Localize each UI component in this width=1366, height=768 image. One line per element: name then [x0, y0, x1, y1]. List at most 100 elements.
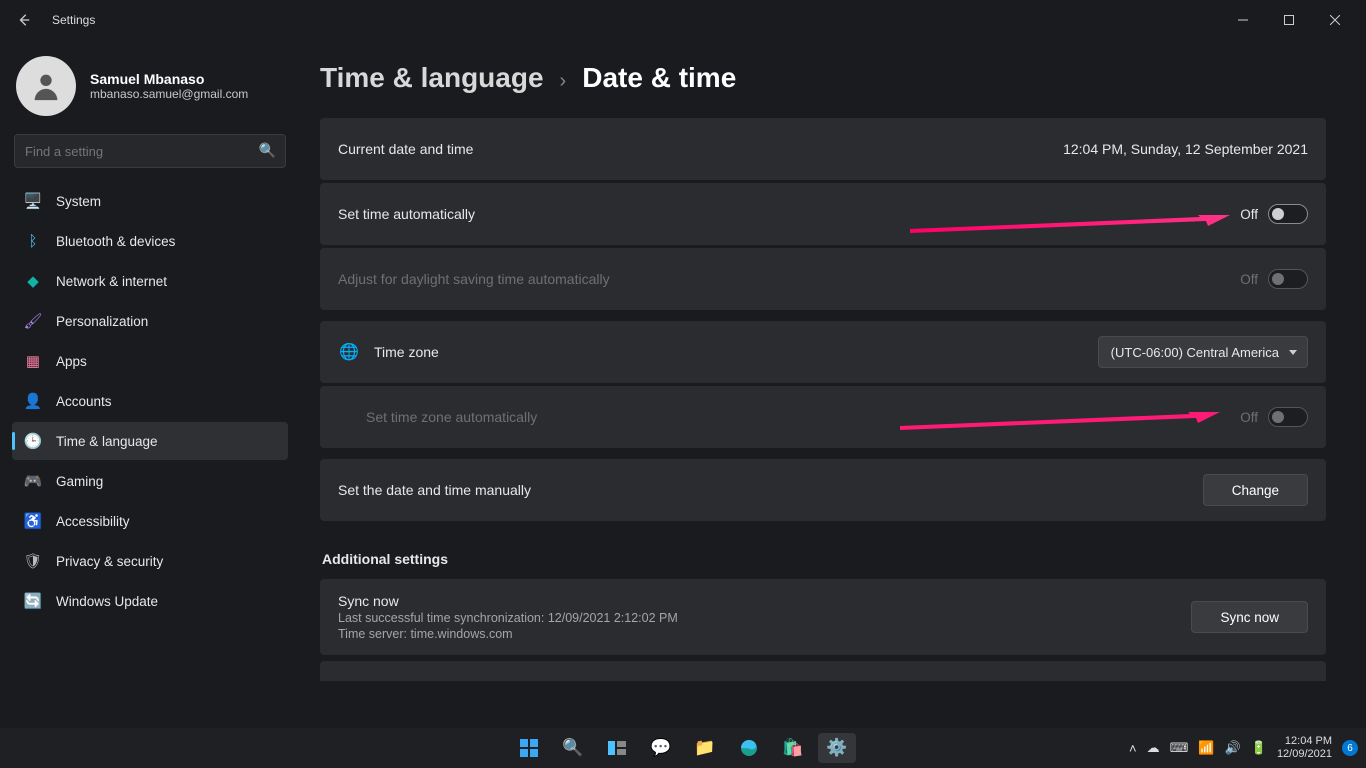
sidebar-item-network-internet[interactable]: ◆Network & internet	[12, 262, 288, 300]
sync-title: Sync now	[338, 593, 678, 609]
nav-icon: ▦	[24, 352, 42, 370]
sync-now-button[interactable]: Sync now	[1191, 601, 1308, 633]
user-email: mbanaso.samuel@gmail.com	[90, 87, 248, 101]
battery-icon[interactable]: 🔋	[1251, 740, 1267, 756]
avatar	[16, 56, 76, 116]
daylight-saving-toggle	[1268, 269, 1308, 289]
row-label: Set time automatically	[338, 206, 475, 222]
nav-label: Personalization	[56, 314, 148, 329]
taskbar-center: 🔍 💬 📁 🛍️ ⚙️	[510, 733, 856, 763]
sync-last-success: Last successful time synchronization: 12…	[338, 611, 678, 625]
search-box: 🔍	[14, 134, 286, 168]
maximize-button[interactable]	[1266, 4, 1312, 36]
taskbar: 🔍 💬 📁 🛍️ ⚙️ ˄ ☁ ⌨ 📶 🔊 🔋 12:04 PM 12/09/2…	[0, 728, 1366, 768]
daylight-saving-row: Adjust for daylight saving time automati…	[320, 248, 1326, 310]
nav-label: Accounts	[56, 394, 112, 409]
next-card-peek	[320, 661, 1326, 681]
nav-label: Bluetooth & devices	[56, 234, 175, 249]
sidebar-item-accounts[interactable]: 👤 Accounts	[12, 382, 288, 420]
row-label: Set time zone automatically	[366, 409, 537, 425]
toggle-state-label: Off	[1240, 410, 1258, 425]
main-content: Time & language › Date & time Current da…	[300, 40, 1366, 728]
time-zone-dropdown[interactable]: (UTC-06:00) Central America	[1098, 336, 1308, 368]
sidebar-item-personalization[interactable]: 🖌 Personalization	[12, 302, 288, 340]
store-icon[interactable]: 🛍️	[774, 733, 812, 763]
settings-taskbar-icon[interactable]: ⚙️	[818, 733, 856, 763]
tray-chevron-up-icon[interactable]: ˄	[1129, 741, 1137, 756]
nav-icon: 🕒	[24, 432, 42, 450]
sidebar-item-time-language[interactable]: 🕒 Time & language	[12, 422, 288, 460]
keyboard-icon[interactable]: ⌨	[1170, 740, 1189, 756]
row-label: Current date and time	[338, 141, 473, 157]
taskbar-clock[interactable]: 12:04 PM 12/09/2021	[1277, 735, 1332, 761]
change-button[interactable]: Change	[1203, 474, 1308, 506]
sync-server: Time server: time.windows.com	[338, 627, 678, 641]
sidebar-item-windows-update[interactable]: 🔄Windows Update	[12, 582, 288, 620]
window-title: Settings	[52, 13, 95, 27]
nav-icon: 🛡	[24, 552, 42, 570]
nav-label: Privacy & security	[56, 554, 163, 569]
user-name: Samuel Mbanaso	[90, 71, 248, 87]
close-button[interactable]	[1312, 4, 1358, 36]
sidebar-item-gaming[interactable]: 🎮 Gaming	[12, 462, 288, 500]
wifi-icon[interactable]: 📶	[1198, 740, 1214, 756]
nav-label: Apps	[56, 354, 87, 369]
toggle-state-label: Off	[1240, 207, 1258, 222]
start-button[interactable]	[510, 733, 548, 763]
current-date-time-row: Current date and time 12:04 PM, Sunday, …	[320, 118, 1326, 180]
chat-icon[interactable]: 💬	[642, 733, 680, 763]
additional-settings-heading: Additional settings	[322, 551, 1326, 567]
annotation-arrow	[900, 412, 1220, 430]
sidebar-item-apps[interactable]: ▦ Apps	[12, 342, 288, 380]
minimize-button[interactable]	[1220, 4, 1266, 36]
sidebar-item-privacy-security[interactable]: 🛡 Privacy & security	[12, 542, 288, 580]
set-date-time-manually-row: Set the date and time manually Change	[320, 459, 1326, 521]
nav-icon: ◆	[24, 272, 42, 290]
edge-icon[interactable]	[730, 733, 768, 763]
nav-label: Windows Update	[56, 594, 158, 609]
chevron-right-icon: ›	[560, 70, 567, 93]
search-input[interactable]	[14, 134, 286, 168]
globe-icon: 🌐	[338, 341, 360, 363]
breadcrumb: Time & language › Date & time	[320, 62, 1326, 94]
row-label: Time zone	[374, 344, 439, 360]
nav-label: Time & language	[56, 434, 158, 449]
sidebar-item-accessibility[interactable]: ♿Accessibility	[12, 502, 288, 540]
file-explorer-icon[interactable]: 📁	[686, 733, 724, 763]
taskbar-date: 12/09/2021	[1277, 748, 1332, 761]
annotation-arrow	[910, 215, 1230, 233]
user-profile[interactable]: Samuel Mbanaso mbanaso.samuel@gmail.com	[12, 40, 288, 134]
toggle-state-label: Off	[1240, 272, 1258, 287]
taskbar-search-icon[interactable]: 🔍	[554, 733, 592, 763]
sidebar-nav: 🖥️System ᛒ Bluetooth & devices ◆Network & i…	[12, 182, 288, 620]
sidebar-item-system[interactable]: 🖥️System	[12, 182, 288, 220]
breadcrumb-parent[interactable]: Time & language	[320, 62, 544, 94]
time-zone-value: (UTC-06:00) Central America	[1111, 345, 1279, 360]
task-view-icon[interactable]	[598, 733, 636, 763]
nav-icon: 🎮	[24, 472, 42, 490]
onedrive-icon[interactable]: ☁	[1147, 740, 1160, 756]
taskbar-time: 12:04 PM	[1277, 735, 1332, 748]
sync-now-row: Sync now Last successful time synchroniz…	[320, 579, 1326, 655]
nav-label: Gaming	[56, 474, 103, 489]
nav-icon: 🖥️	[24, 192, 42, 210]
sidebar-item-bluetooth-devices[interactable]: ᛒ Bluetooth & devices	[12, 222, 288, 260]
nav-icon: 🖌	[24, 312, 42, 330]
person-icon	[29, 69, 63, 103]
titlebar: Settings	[0, 0, 1366, 40]
nav-icon: ♿	[24, 512, 42, 530]
set-time-automatically-toggle[interactable]	[1268, 204, 1308, 224]
sidebar: Samuel Mbanaso mbanaso.samuel@gmail.com …	[0, 40, 300, 728]
volume-icon[interactable]: 🔊	[1225, 740, 1241, 756]
set-time-automatically-row: Set time automatically Off	[320, 183, 1326, 245]
back-button[interactable]	[8, 4, 40, 36]
current-date-time-value: 12:04 PM, Sunday, 12 September 2021	[1063, 141, 1308, 157]
set-timezone-automatically-row: Set time zone automatically Off	[320, 386, 1326, 448]
row-label: Adjust for daylight saving time automati…	[338, 271, 610, 287]
system-tray: ˄ ☁ ⌨ 📶 🔊 🔋 12:04 PM 12/09/2021 6	[1129, 735, 1358, 761]
row-label: Set the date and time manually	[338, 482, 531, 498]
nav-icon: 👤	[24, 392, 42, 410]
nav-icon: ᛒ	[24, 232, 42, 250]
search-icon: 🔍	[259, 142, 276, 159]
notification-badge[interactable]: 6	[1342, 740, 1358, 756]
